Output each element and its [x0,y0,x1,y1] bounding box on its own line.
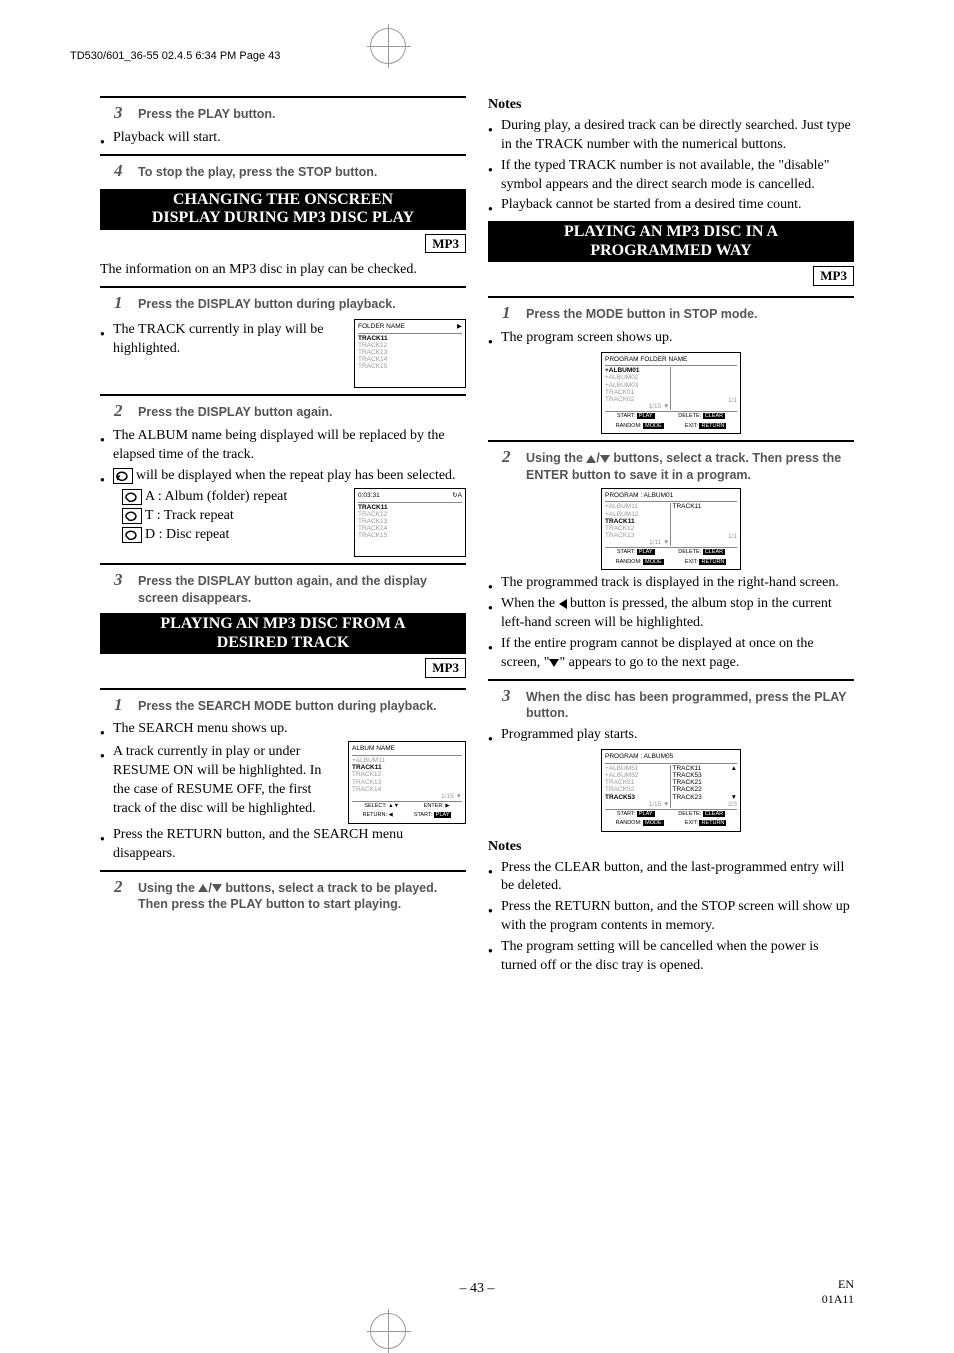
program-overflow: If the entire program cannot be displaye… [488,635,854,673]
track-highlight-resume: A track currently in play or under RESUM… [100,743,340,819]
repeat-types-block: A : Album (folder) repeat T : Track repe… [100,488,466,557]
programmed-track-right: The programmed track is displayed in the… [488,574,854,593]
page: TD530/601_36-55 02.4.5 6:34 PM Page 43 3… [0,0,954,1349]
step-text: Press the PLAY button. [138,106,466,123]
mp3-badge: MP3 [425,658,466,678]
section-changing-display: CHANGING THE ONSCREEN DISPLAY DURING MP3… [100,189,466,230]
notes-heading: Notes [488,96,854,115]
note-cancel: The program setting will be cancelled wh… [488,938,854,976]
down-arrow-icon [600,455,610,463]
left-arrow-icon [559,599,567,609]
step-3-play-program: 3 When the disc has been programmed, pre… [502,685,854,723]
mp3-badge: MP3 [425,234,466,254]
down-arrow-icon [212,884,222,892]
programmed-play-starts: Programmed play starts. [488,726,854,745]
search-menu-shows: The SEARCH menu shows up. [100,720,466,739]
step-1-display: 1 Press the DISPLAY button during playba… [114,292,466,315]
down-arrow-icon [549,659,559,667]
note-return-stop: Press the RETURN button, and the STOP sc… [488,898,854,936]
track-highlight-block: The TRACK currently in play will be high… [100,319,466,388]
step-number: 4 [114,160,128,183]
page-number: – 43 – [0,1281,954,1297]
program-diagram-3: PROGRAM : ALBUM05 +ALBUM51 +ALBUM52 TRAC… [601,749,741,831]
notes-heading-2: Notes [488,838,854,857]
repeat-icon [122,489,142,505]
note-1: During play, a desired track can be dire… [488,117,854,155]
display-diagram-2: 0:03:31↻A TRACK11 TRACK12 TRACK13 TRACK1… [354,488,466,557]
note-3: Playback cannot be started from a desire… [488,196,854,215]
display-diagram-1: FOLDER NAME▶ TRACK11 TRACK12 TRACK13 TRA… [354,319,466,388]
right-column: Notes During play, a desired track can b… [488,90,854,978]
step-3-display-disappear: 3 Press the DISPLAY button again, and th… [114,569,466,607]
step-1-search: 1 Press the SEARCH MODE button during pl… [114,694,466,717]
section-programmed-way: PLAYING AN MP3 DISC IN A PROGRAMMED WAY [488,221,854,262]
info-paragraph: The information on an MP3 disc in play c… [100,261,466,280]
step-4-stop: 4 To stop the play, press the STOP butto… [114,160,466,183]
program-diagram-1: PROGRAM FOLDER NAME +ALBUM01 +ALBUM02 +A… [601,352,741,434]
repeat-icon [113,468,133,484]
step-2-select-save: 2 Using the / buttons, select a track. T… [502,446,854,484]
repeat-icon [122,508,142,524]
footer-code: EN 01A11 [822,1277,854,1307]
note-clear: Press the CLEAR button, and the last-pro… [488,859,854,897]
repeat-icon [122,527,142,543]
repeat-album: A : Album (folder) repeat [122,488,346,507]
step-2-select-track: 2 Using the / buttons, select a track to… [114,876,466,914]
left-button-album: When the button is pressed, the album st… [488,595,854,633]
step-number: 3 [114,102,128,125]
registration-mark-bottom [370,1313,406,1349]
content-area: 3 Press the PLAY button. Playback will s… [100,90,854,978]
step-3-play: 3 Press the PLAY button. [114,102,466,125]
step-1-mode: 1 Press the MODE button in STOP mode. [502,302,854,325]
repeat-disc: D : Disc repeat [122,526,346,545]
left-column: 3 Press the PLAY button. Playback will s… [100,90,466,978]
note-2: If the typed TRACK number is not availab… [488,157,854,195]
section-desired-track: PLAYING AN MP3 DISC FROM A DESIRED TRACK [100,613,466,654]
repeat-display: will be displayed when the repeat play h… [100,467,466,486]
up-arrow-icon [586,455,596,463]
album-elapsed: The ALBUM name being displayed will be r… [100,427,466,465]
return-search-close: Press the RETURN button, and the SEARCH … [100,826,466,864]
step-2-display-again: 2 Press the DISPLAY button again. [114,400,466,423]
registration-mark-top [370,28,406,64]
mp3-badge: MP3 [813,266,854,286]
program-diagram-2: PROGRAM : ALBUM01 +ALBUM11 +ALBUM12 TRAC… [601,488,741,570]
search-diagram: ALBUM NAME +ALBUM11 TRACK11 TRACK12 TRAC… [348,741,466,823]
up-arrow-icon [198,884,208,892]
repeat-track: T : Track repeat [122,507,346,526]
playback-start: Playback will start. [100,129,466,148]
running-header: TD530/601_36-55 02.4.5 6:34 PM Page 43 [70,50,280,62]
program-screen-shows: The program screen shows up. [488,329,854,348]
step-text: To stop the play, press the STOP button. [138,164,466,181]
